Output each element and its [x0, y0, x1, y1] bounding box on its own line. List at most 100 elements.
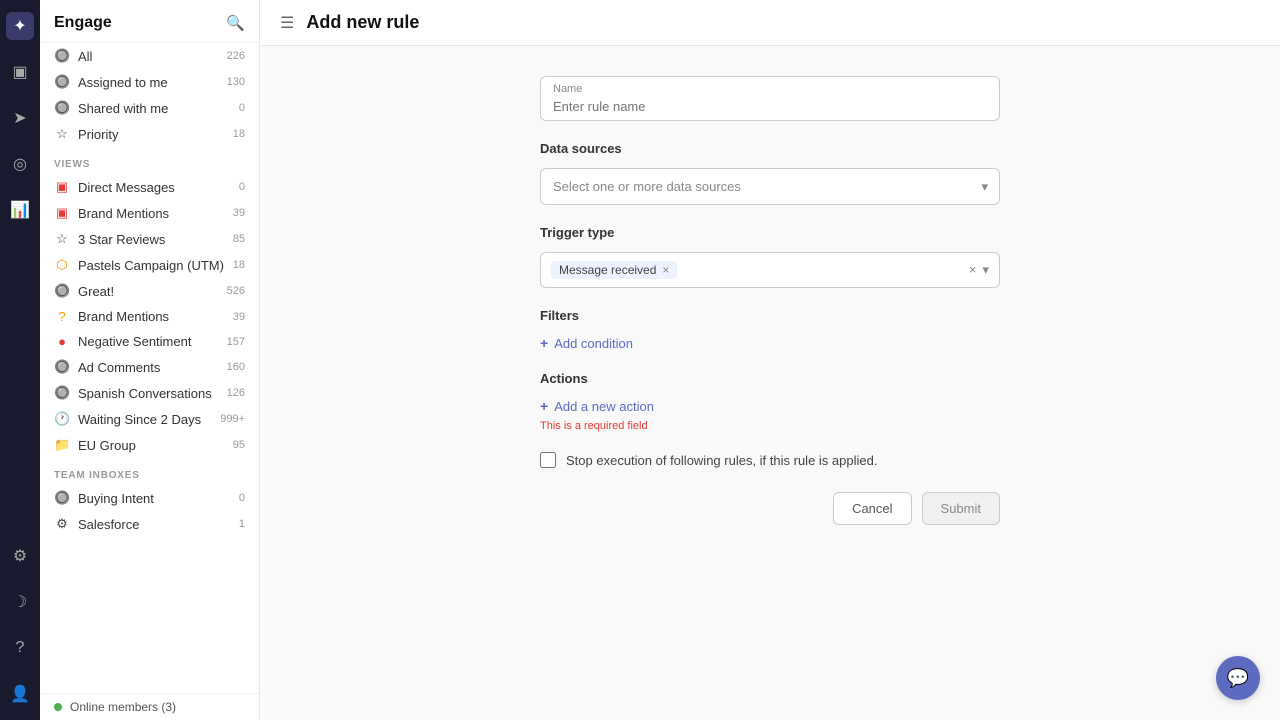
sidebar-item-eu-group[interactable]: 📁 EU Group 95 — [40, 432, 259, 458]
actions-label: Actions — [540, 371, 1000, 386]
sidebar-item-negative-sentiment[interactable]: ● Negative Sentiment 157 — [40, 329, 259, 354]
sidebar-item-great[interactable]: 🔘 Great! 526 — [40, 278, 259, 304]
sidebar-item-label: Spanish Conversations — [78, 386, 219, 401]
sidebar-item-count: 18 — [233, 259, 245, 271]
trigger-tag-label: Message received — [559, 263, 656, 277]
sidebar-item-label: Great! — [78, 284, 219, 299]
sidebar-item-count: 0 — [239, 492, 245, 504]
ad-icon: 🔘 — [54, 359, 70, 375]
sidebar-item-label: Salesforce — [78, 517, 231, 532]
sidebar-item-label: 3 Star Reviews — [78, 232, 225, 247]
sidebar-item-brand-mentions[interactable]: ▣ Brand Mentions 39 — [40, 200, 259, 226]
cancel-button[interactable]: Cancel — [833, 492, 911, 525]
data-sources-label: Data sources — [540, 141, 1000, 156]
add-condition-label: Add condition — [554, 336, 633, 351]
assigned-icon: 🔘 — [54, 74, 70, 90]
reports-icon[interactable]: 📊 — [6, 196, 34, 224]
trigger-clear-icon[interactable]: × — [969, 262, 977, 278]
sidebar-item-count: 39 — [233, 207, 245, 219]
add-condition-link[interactable]: + Add condition — [540, 335, 633, 351]
online-members-bar[interactable]: Online members (3) — [40, 693, 259, 720]
plus-icon: + — [540, 398, 548, 414]
sidebar-item-all[interactable]: 🔘 All 226 — [40, 43, 259, 69]
inbox-icon[interactable]: ▣ — [6, 58, 34, 86]
sidebar-item-pastels[interactable]: ⬡ Pastels Campaign (UTM) 18 — [40, 252, 259, 278]
brand-icon: ▣ — [54, 205, 70, 221]
brand2-icon: ? — [54, 309, 70, 324]
sidebar-item-count: 85 — [233, 233, 245, 245]
actions-group: Actions + Add a new action This is a req… — [540, 371, 1000, 432]
sidebar-item-waiting[interactable]: 🕐 Waiting Since 2 Days 999+ — [40, 406, 259, 432]
team-inboxes-section-label: TEAM INBOXES — [40, 458, 259, 485]
clock-icon: 🕐 — [54, 411, 70, 427]
icon-rail: ✦ ▣ ➤ ◎ 📊 ⚙ ☽ ? 👤 — [0, 0, 40, 720]
chat-bubble[interactable]: 💬 — [1216, 656, 1260, 700]
sidebar-item-label: EU Group — [78, 438, 225, 453]
sidebar-item-label: Assigned to me — [78, 75, 219, 90]
sidebar-item-count: 0 — [239, 102, 245, 114]
avatar-icon[interactable]: 👤 — [6, 680, 34, 708]
help-icon[interactable]: ? — [6, 634, 34, 662]
form-actions: Cancel Submit — [540, 492, 1000, 525]
shared-icon: 🔘 — [54, 100, 70, 116]
stop-execution-label: Stop execution of following rules, if th… — [566, 453, 877, 468]
sidebar-item-assigned[interactable]: 🔘 Assigned to me 130 — [40, 69, 259, 95]
trigger-dropdown-icon[interactable]: ▾ — [982, 262, 989, 278]
sidebar-item-label: Direct Messages — [78, 180, 231, 195]
sidebar-item-label: Buying Intent — [78, 491, 231, 506]
add-rule-form: Name Data sources Select one or more dat… — [540, 76, 1000, 690]
logo-icon[interactable]: ✦ — [6, 12, 34, 40]
sidebar-item-count: 526 — [227, 285, 245, 297]
target-icon[interactable]: ◎ — [6, 150, 34, 178]
great-icon: 🔘 — [54, 283, 70, 299]
trigger-remove-button[interactable]: × — [662, 263, 669, 277]
data-sources-select-wrapper: Select one or more data sources — [540, 168, 1000, 205]
trigger-type-label: Trigger type — [540, 225, 1000, 240]
moon-icon[interactable]: ☽ — [6, 588, 34, 616]
all-icon: 🔘 — [54, 48, 70, 64]
trigger-controls: × ▾ — [969, 262, 989, 278]
online-members-label: Online members (3) — [70, 700, 176, 714]
sidebar-item-label: All — [78, 49, 219, 64]
trigger-type-group: Trigger type Message received × × ▾ — [540, 225, 1000, 288]
name-field-wrapper: Name — [540, 76, 1000, 121]
send-icon[interactable]: ➤ — [6, 104, 34, 132]
buying-icon: 🔘 — [54, 490, 70, 506]
sidebar-title: Engage — [54, 14, 112, 32]
sidebar-item-label: Pastels Campaign (UTM) — [78, 258, 225, 273]
add-action-link[interactable]: + Add a new action — [540, 398, 654, 414]
sidebar-item-count: 130 — [227, 76, 245, 88]
settings-icon[interactable]: ⚙ — [6, 542, 34, 570]
sidebar-item-count: 95 — [233, 439, 245, 451]
sidebar-item-count: 126 — [227, 387, 245, 399]
sidebar-item-3star-reviews[interactable]: ☆ 3 Star Reviews 85 — [40, 226, 259, 252]
filters-group: Filters + Add condition — [540, 308, 1000, 351]
stop-execution-checkbox[interactable] — [540, 452, 556, 468]
sidebar-item-ad-comments[interactable]: 🔘 Ad Comments 160 — [40, 354, 259, 380]
star-icon: ☆ — [54, 231, 70, 247]
data-sources-select[interactable]: Select one or more data sources — [540, 168, 1000, 205]
sidebar-item-priority[interactable]: ☆ Priority 18 — [40, 121, 259, 147]
sidebar-item-label: Negative Sentiment — [78, 334, 219, 349]
sidebar-item-count: 226 — [227, 50, 245, 62]
sidebar-item-salesforce[interactable]: ⚙ Salesforce 1 — [40, 511, 259, 537]
main-content: Name Data sources Select one or more dat… — [260, 46, 1280, 720]
stop-execution-row: Stop execution of following rules, if th… — [540, 452, 1000, 468]
name-input[interactable] — [541, 77, 999, 120]
sidebar-item-count: 157 — [227, 336, 245, 348]
trigger-tag: Message received × — [551, 261, 677, 279]
pastels-icon: ⬡ — [54, 257, 70, 273]
sidebar: Engage 🔍 🔘 All 226 🔘 Assigned to me 130 … — [40, 0, 260, 720]
search-icon[interactable]: 🔍 — [226, 14, 245, 32]
trigger-select-wrapper[interactable]: Message received × × ▾ — [540, 252, 1000, 288]
error-message: This is a required field — [540, 420, 1000, 432]
submit-button[interactable]: Submit — [922, 492, 1000, 525]
sidebar-item-spanish[interactable]: 🔘 Spanish Conversations 126 — [40, 380, 259, 406]
sidebar-item-buying-intent[interactable]: 🔘 Buying Intent 0 — [40, 485, 259, 511]
sidebar-item-shared[interactable]: 🔘 Shared with me 0 — [40, 95, 259, 121]
sidebar-item-label: Ad Comments — [78, 360, 219, 375]
sidebar-item-brand-mentions2[interactable]: ? Brand Mentions 39 — [40, 304, 259, 329]
add-action-label: Add a new action — [554, 399, 654, 414]
hamburger-icon[interactable]: ☰ — [280, 13, 294, 33]
sidebar-item-direct-messages[interactable]: ▣ Direct Messages 0 — [40, 174, 259, 200]
